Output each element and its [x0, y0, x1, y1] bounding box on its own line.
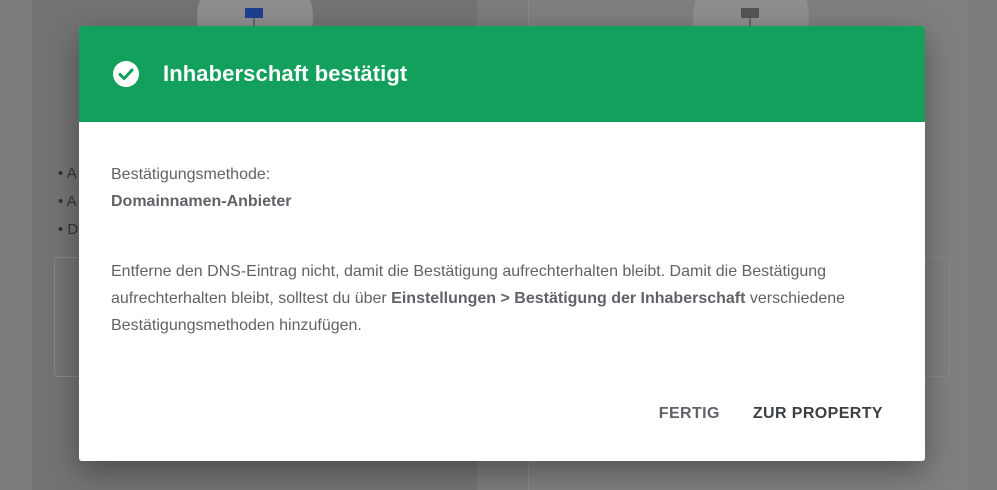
list-item: • A — [58, 193, 77, 210]
settings-path-text: Einstellungen > Bestätigung der Inhabers… — [391, 290, 746, 307]
background-bullet-list: • A • A • D — [58, 160, 78, 244]
dialog-title: Inhaberschaft bestätigt — [163, 61, 408, 86]
go-to-property-button[interactable]: ZUR PROPERTY — [753, 401, 883, 427]
list-item: • D — [58, 221, 79, 238]
list-item: • A — [58, 165, 77, 182]
ownership-verified-dialog: Inhaberschaft bestätigt Bestätigungsmeth… — [79, 26, 925, 461]
dialog-message: Entferne den DNS-Eintrag nicht, damit di… — [111, 258, 871, 339]
check-circle-icon — [112, 60, 140, 88]
verification-method-value: Domainnamen-Anbieter — [111, 193, 292, 210]
dialog-actions: FERTIG ZUR PROPERTY — [659, 401, 883, 427]
done-button[interactable]: FERTIG — [659, 401, 720, 427]
flag-icon — [245, 8, 263, 18]
verification-method-label: Bestätigungsmethode: — [111, 166, 271, 183]
dialog-header: Inhaberschaft bestätigt — [79, 26, 925, 122]
flag-icon — [741, 8, 759, 18]
